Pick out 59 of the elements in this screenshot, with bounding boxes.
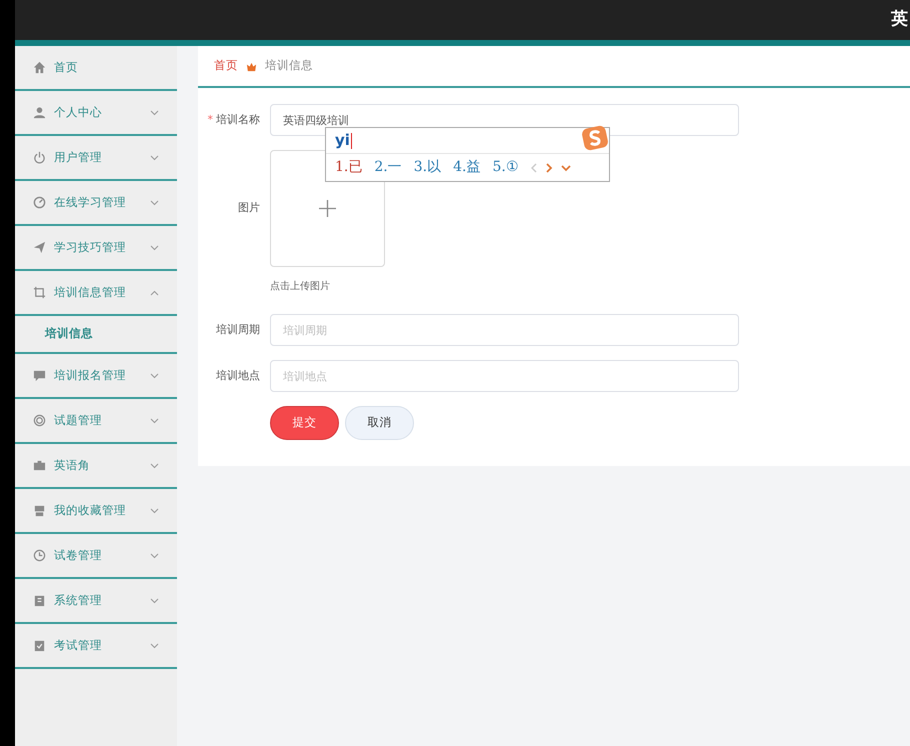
clipboard-check-icon xyxy=(33,639,46,652)
send-icon xyxy=(33,241,46,254)
ime-candidate[interactable]: 2.一 xyxy=(374,157,402,178)
sidebar-item[interactable]: 考试管理 xyxy=(54,636,142,654)
sidebar-item[interactable]: 试题管理 xyxy=(54,412,142,430)
crop-icon xyxy=(33,286,46,299)
chevron-down-icon[interactable] xyxy=(150,642,159,648)
chevron-down-icon[interactable] xyxy=(150,372,159,378)
sidebar-item[interactable]: 首页 xyxy=(54,58,159,76)
sidebar-item[interactable]: 试卷管理 xyxy=(54,546,142,564)
app-title: 英 xyxy=(891,8,908,32)
field-label: 培训周期 xyxy=(216,323,260,336)
chevron-down-icon[interactable] xyxy=(150,598,159,604)
clock-icon xyxy=(33,549,46,562)
sidebar-subitem[interactable]: 培训信息 xyxy=(45,325,93,343)
ime-candidate[interactable]: 1.已 xyxy=(335,157,362,178)
field-label: 培训地点 xyxy=(216,369,260,382)
chevron-down-icon[interactable] xyxy=(150,110,159,116)
sidebar-item[interactable]: 英语角 xyxy=(54,456,142,474)
home-icon xyxy=(33,61,46,74)
chevron-down-icon[interactable] xyxy=(150,200,159,206)
gauge-icon xyxy=(33,196,46,209)
submit-button[interactable]: 提交 xyxy=(270,406,339,440)
chevron-down-icon[interactable] xyxy=(150,154,159,160)
sidebar-item[interactable]: 在线学习管理 xyxy=(54,194,142,212)
sidebar-item[interactable]: 学习技巧管理 xyxy=(54,238,142,256)
sidebar-item[interactable]: 我的收藏管理 xyxy=(54,502,142,520)
chevron-down-icon[interactable] xyxy=(150,418,159,424)
target-icon xyxy=(33,414,46,427)
sidebar-item[interactable]: 用户管理 xyxy=(54,148,142,166)
chevron-down-icon[interactable] xyxy=(150,508,159,514)
breadcrumb-item: 培训信息 xyxy=(265,57,313,74)
required-mark: * xyxy=(208,113,213,126)
power-icon xyxy=(33,151,46,164)
field-label: 培训名称 xyxy=(216,113,260,126)
input-field[interactable]: 培训周期 xyxy=(270,314,739,346)
chevron-down-icon[interactable] xyxy=(150,462,159,468)
ime-candidate[interactable]: 4.益 xyxy=(453,157,480,178)
briefcase-icon xyxy=(33,459,46,472)
chat-icon xyxy=(33,369,46,382)
ime-candidate[interactable]: 3.以 xyxy=(414,157,442,178)
sidebar-item[interactable]: 个人中心 xyxy=(54,104,142,122)
chevron-up-icon[interactable] xyxy=(150,290,159,296)
breadcrumb-link[interactable]: 首页 xyxy=(214,57,238,75)
input-field[interactable]: 培训地点 xyxy=(270,360,739,392)
upload-hint: 点击上传图片 xyxy=(270,280,331,294)
chevron-down-icon[interactable] xyxy=(150,552,159,558)
printer-icon xyxy=(33,504,46,517)
ime-candidate[interactable]: 5.① xyxy=(492,157,519,178)
clipboard-icon xyxy=(33,594,46,607)
cancel-button[interactable]: 取消 xyxy=(345,406,414,440)
plus-icon xyxy=(318,199,337,218)
sidebar-item[interactable]: 系统管理 xyxy=(54,592,142,610)
field-label: 图片 xyxy=(238,201,260,214)
user-icon xyxy=(33,106,46,119)
crown-icon xyxy=(246,60,257,72)
sidebar-item[interactable]: 培训信息管理 xyxy=(54,284,142,302)
sidebar-item[interactable]: 培训报名管理 xyxy=(54,366,142,384)
chevron-down-icon[interactable] xyxy=(150,244,159,250)
